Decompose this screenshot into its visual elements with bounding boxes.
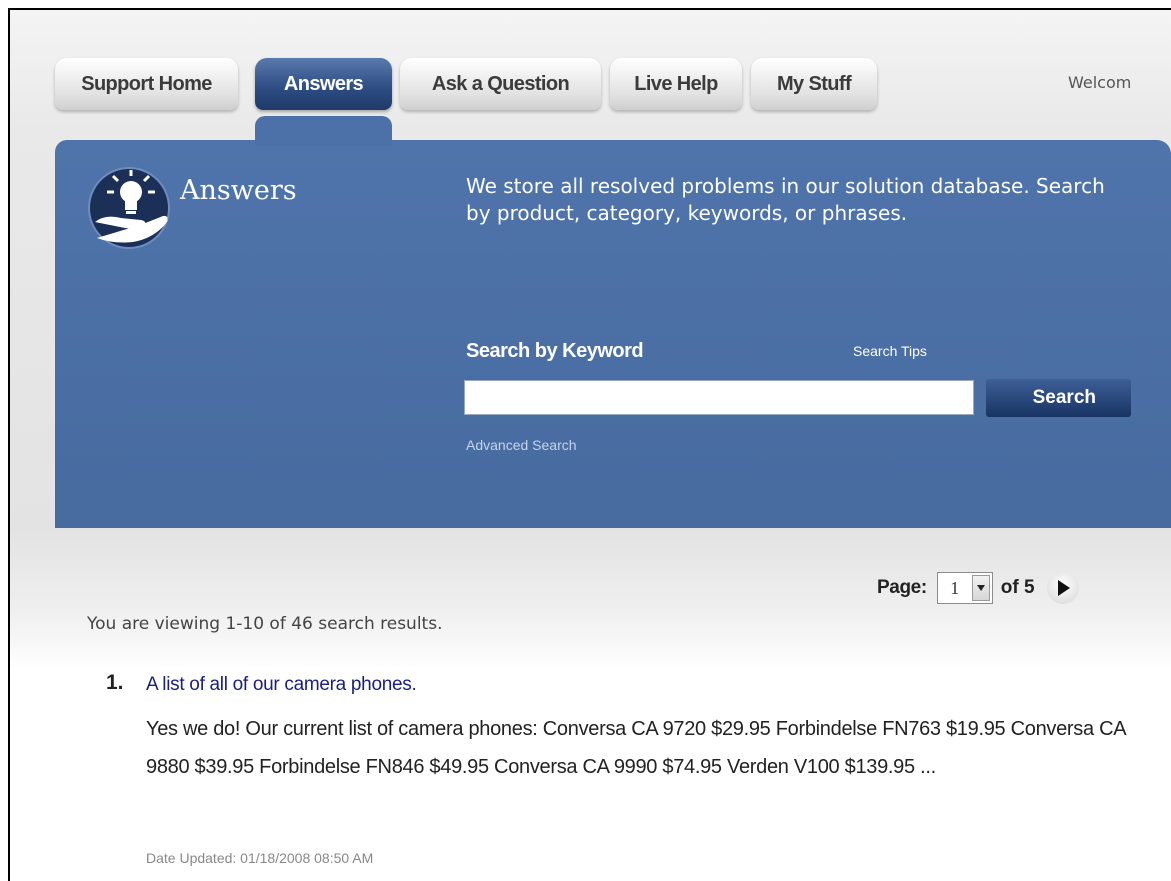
lightbulb-hand-icon [88, 167, 170, 249]
result-title-link[interactable]: A list of all of our camera phones. [146, 674, 417, 696]
advanced-search-link[interactable]: Advanced Search [466, 437, 577, 453]
tab-label: Ask a Question [431, 72, 570, 95]
play-arrow-icon [1057, 580, 1070, 596]
search-label: Search by Keyword [466, 340, 644, 362]
tab-answers[interactable]: Answers [255, 58, 392, 110]
tab-label: Live Help [634, 72, 718, 95]
page-description: We store all resolved problems in our so… [466, 174, 1105, 225]
page-total: of 5 [1000, 577, 1035, 598]
tab-my-stuff[interactable]: My Stuff [751, 58, 877, 110]
result-date: Date Updated: 01/18/2008 08:50 AM [146, 850, 374, 866]
page-select[interactable]: 1 [936, 572, 993, 604]
tab-label: Answers [283, 72, 364, 95]
next-page-button[interactable] [1046, 572, 1079, 604]
pagination: Page: 1 of 5 [877, 571, 1079, 605]
result-number: 1. [106, 671, 124, 694]
tab-live-help[interactable]: Live Help [610, 58, 742, 110]
welcome-text: Welcom [1068, 73, 1132, 92]
results-summary: You are viewing 1-10 of 46 search result… [87, 614, 443, 634]
tab-ask-a-question[interactable]: Ask a Question [400, 58, 601, 110]
tab-support-home[interactable]: Support Home [55, 58, 238, 110]
page-title: Answers [180, 175, 297, 206]
page-select-value: 1 [950, 577, 960, 598]
page-label: Page: [877, 577, 927, 598]
search-tips-link[interactable]: Search Tips [853, 343, 927, 359]
active-tab-connector [255, 116, 392, 146]
result-snippet: Yes we do! Our current list of camera ph… [146, 718, 1126, 778]
search-input[interactable] [464, 380, 974, 415]
tab-label: Support Home [81, 72, 212, 95]
tab-label: My Stuff [776, 72, 852, 95]
chevron-down-icon[interactable] [971, 575, 990, 601]
search-button[interactable]: Search [986, 379, 1131, 417]
